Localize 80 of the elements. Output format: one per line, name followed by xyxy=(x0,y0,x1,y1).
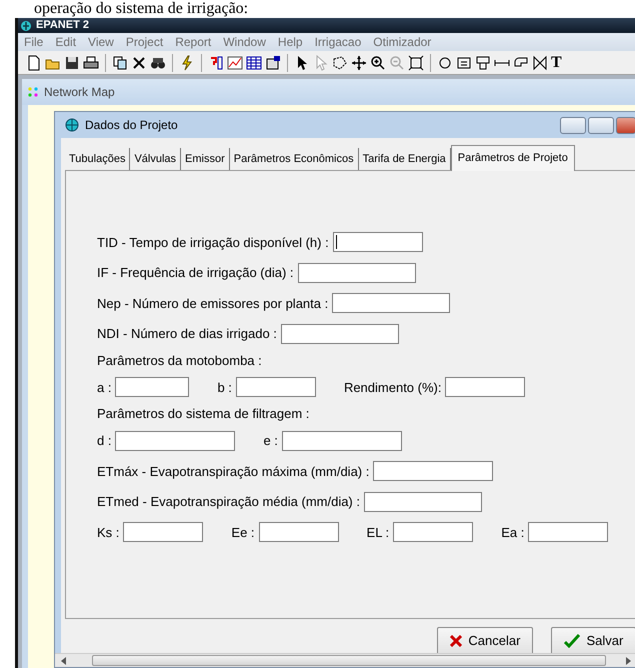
full-extent-icon[interactable] xyxy=(408,54,424,70)
text-tool-button[interactable]: T xyxy=(551,54,562,70)
section-heading: Parâmetros da motobomba : xyxy=(97,352,262,370)
query-icon[interactable] xyxy=(208,54,224,70)
cross-icon xyxy=(450,635,462,648)
scroll-right-icon[interactable] xyxy=(626,656,632,665)
tab[interactable]: Tarifa de Energia xyxy=(358,148,451,170)
app-logo-icon xyxy=(20,20,32,32)
field-label: Rendimento (%): xyxy=(344,378,442,397)
delete-icon[interactable] xyxy=(131,54,147,70)
section-heading: Parâmetros do sistema de filtragem : xyxy=(97,405,310,424)
input-field[interactable] xyxy=(528,522,608,542)
zoom-in-icon[interactable] xyxy=(370,54,386,70)
field-label: Ks : xyxy=(97,524,120,542)
menu-item[interactable]: Help xyxy=(278,33,303,51)
select-region-icon[interactable] xyxy=(332,54,348,70)
scroll-thumb[interactable] xyxy=(92,655,606,666)
new-document-icon[interactable] xyxy=(26,54,42,70)
junction-icon[interactable] xyxy=(437,54,453,70)
input-field[interactable] xyxy=(236,377,316,398)
options-icon[interactable] xyxy=(265,54,281,70)
table-icon[interactable] xyxy=(246,54,262,70)
field-label: Nep - Número de emissores por planta : xyxy=(97,294,328,313)
field-label: TID - Tempo de irrigação disponível (h) : xyxy=(97,234,329,252)
menu-item[interactable]: Project xyxy=(126,33,164,51)
input-field[interactable] xyxy=(115,430,236,451)
scroll-left-icon[interactable] xyxy=(61,656,67,665)
graph-icon[interactable] xyxy=(227,54,243,70)
valve-icon[interactable] xyxy=(532,54,548,70)
menu-item[interactable]: Edit xyxy=(55,33,76,51)
pan-icon[interactable] xyxy=(351,54,367,70)
input-field[interactable] xyxy=(298,262,416,283)
lightning-icon[interactable] xyxy=(179,54,195,70)
input-field[interactable] xyxy=(332,293,450,314)
input-field[interactable] xyxy=(123,522,204,542)
menu-item[interactable]: Window xyxy=(223,33,266,51)
field-label: Ea : xyxy=(501,524,524,542)
cancel-button[interactable]: Cancelar xyxy=(437,627,534,656)
maximize-button[interactable] xyxy=(588,116,614,134)
input-field[interactable] xyxy=(282,430,402,451)
field-label: NDI - Número de dias irrigado : xyxy=(97,325,277,343)
reservoir-icon[interactable] xyxy=(456,54,472,70)
input-field[interactable] xyxy=(373,461,494,482)
menu-item[interactable]: Irrigacao xyxy=(314,33,362,51)
input-field[interactable] xyxy=(258,522,339,542)
tank-icon[interactable] xyxy=(475,54,491,70)
field-label: IF - Frequência de irrigação (dia) : xyxy=(97,264,294,282)
field-label: d : xyxy=(97,432,112,450)
menu-item[interactable]: View xyxy=(88,33,114,51)
field-label: Ee : xyxy=(231,524,255,542)
field-label: e : xyxy=(263,432,278,450)
copy-icon[interactable] xyxy=(112,54,128,70)
input-field[interactable] xyxy=(393,522,474,542)
save-button[interactable]: Salvar xyxy=(551,627,635,656)
close-button[interactable] xyxy=(616,116,635,134)
window-title: EPANET 2 xyxy=(36,18,89,34)
field-label: b : xyxy=(217,378,232,396)
window-title: Network Map xyxy=(44,84,115,101)
input-field[interactable] xyxy=(445,377,526,398)
menu-item[interactable]: File xyxy=(24,33,44,51)
input-field[interactable] xyxy=(364,492,482,512)
menu-item[interactable]: Report xyxy=(175,33,212,51)
minimize-button[interactable] xyxy=(560,116,586,134)
field-label: a : xyxy=(97,378,112,396)
field-label: ETmáx - Evapotranspiração máxima (mm/dia) : xyxy=(97,462,370,481)
check-icon xyxy=(564,634,580,648)
horizontal-scrollbar[interactable] xyxy=(55,653,635,667)
field-label: ETmed - Evapotranspiração média (mm/dia) : xyxy=(97,493,360,511)
input-field[interactable] xyxy=(115,377,190,398)
map-dots-icon xyxy=(28,87,38,97)
input-field[interactable] xyxy=(332,232,423,252)
printer-icon[interactable] xyxy=(83,54,99,70)
tab[interactable]: Parâmetros de Projeto xyxy=(450,144,575,171)
save-icon[interactable] xyxy=(64,54,80,70)
dialog-title: Dados do Projeto xyxy=(85,117,178,134)
menu-item[interactable]: Otimizador xyxy=(373,33,432,51)
caption-text: operação do sistema de irrigação: xyxy=(33,0,250,18)
globe-icon xyxy=(65,118,79,132)
field-label: EL : xyxy=(366,524,390,542)
input-field[interactable] xyxy=(280,324,399,344)
